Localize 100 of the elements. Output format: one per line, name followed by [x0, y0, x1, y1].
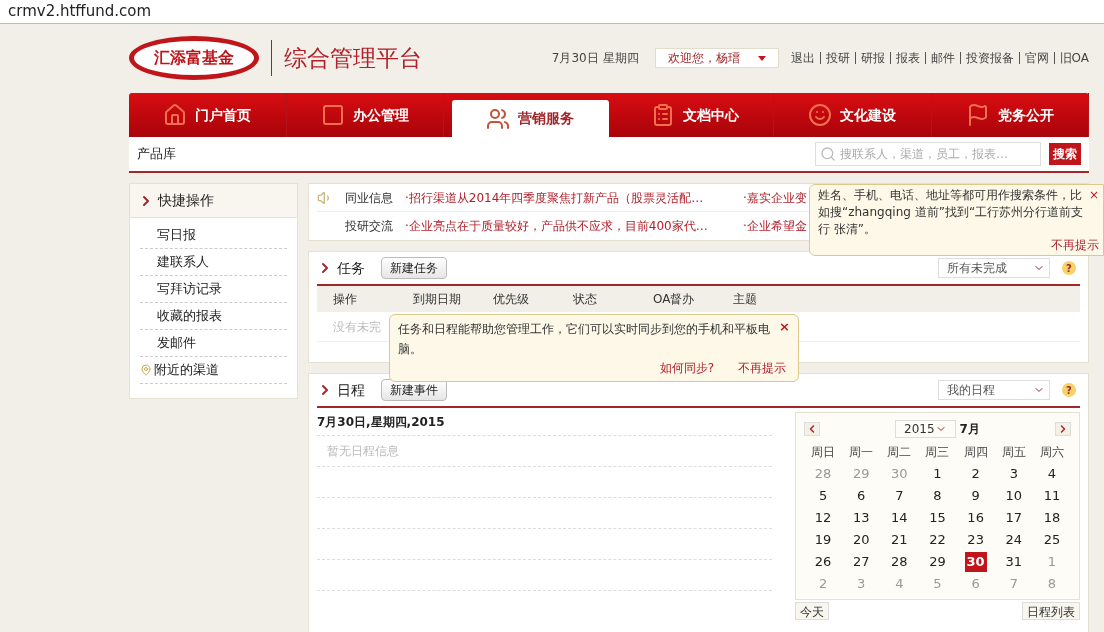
- news-category: 同业信息: [345, 189, 394, 207]
- news-link[interactable]: ·嘉实企业变: [743, 188, 807, 207]
- header-link[interactable]: 投资报备: [965, 49, 1014, 67]
- header-link[interactable]: 退出: [790, 49, 815, 67]
- calendar-day[interactable]: 4: [1047, 464, 1057, 484]
- people-icon: [486, 106, 511, 131]
- calendar-day[interactable]: 11: [1043, 486, 1061, 506]
- calendar-day[interactable]: 24: [1005, 530, 1023, 550]
- today-button[interactable]: 今天: [795, 602, 829, 620]
- header-link[interactable]: 邮件: [930, 49, 955, 67]
- how-link[interactable]: 如何同步?: [659, 359, 714, 377]
- calendar-day[interactable]: 26: [814, 552, 832, 572]
- header-link[interactable]: 研报: [860, 49, 885, 67]
- sidebar-link[interactable]: 发邮件: [157, 333, 196, 353]
- filter-select[interactable]: 所有未完成: [938, 258, 1050, 278]
- calendar-day[interactable]: 28: [891, 552, 908, 572]
- sidebar-link[interactable]: 写拜访记录: [157, 279, 222, 299]
- calendar-day[interactable]: 7: [895, 486, 904, 506]
- weekday-label: 周四: [962, 444, 989, 461]
- close-button[interactable]: ×: [779, 319, 790, 335]
- dismiss-link[interactable]: 不再提示: [1051, 238, 1099, 253]
- calendar-day[interactable]: 12: [814, 508, 832, 528]
- calendar-day[interactable]: 14: [891, 508, 908, 528]
- weekday-label: 周三: [924, 444, 951, 461]
- new-button[interactable]: 新建任务: [381, 257, 447, 279]
- user-menu[interactable]: 欢迎您，杨瑨: [654, 48, 779, 68]
- smiley-icon: [808, 103, 833, 127]
- url-text: crmv2.htffund.com: [8, 1, 151, 23]
- address-bar[interactable]: crmv2.htffund.com: [0, 0, 1104, 24]
- column-header: 状态: [572, 291, 598, 308]
- help-icon[interactable]: ?: [1062, 261, 1076, 275]
- calendar-day[interactable]: 23: [967, 530, 984, 550]
- header-link[interactable]: 官网: [1024, 49, 1049, 67]
- sidebar-link[interactable]: 收藏的报表: [157, 306, 222, 326]
- header-link[interactable]: 报表: [895, 49, 920, 67]
- calendar-day[interactable]: 27: [852, 552, 870, 572]
- calendar-day[interactable]: 30: [964, 552, 987, 572]
- calendar-day[interactable]: 31: [1005, 552, 1023, 572]
- calendar-day[interactable]: 29: [929, 552, 946, 572]
- sidebar-link[interactable]: 附近的渠道: [154, 360, 219, 380]
- news-link[interactable]: ·招行渠道从2014年四季度聚焦打新产品（股票灵活配…: [405, 188, 743, 207]
- calendar-day[interactable]: 2: [971, 464, 980, 484]
- calendar-day[interactable]: 5: [818, 486, 828, 506]
- square-icon: [320, 103, 345, 127]
- calendar-day[interactable]: 19: [814, 530, 832, 550]
- sidebar-link[interactable]: 建联系人: [157, 252, 209, 272]
- date-heading: 7月30日,星期四,2015: [317, 408, 772, 436]
- calendar-day[interactable]: 22: [929, 530, 946, 550]
- news-link[interactable]: ·企业亮点在于质量较好，产品供不应求，目前400家代…: [405, 217, 743, 235]
- nav-tab[interactable]: 营销服务: [452, 100, 609, 137]
- date-text: 7月30日 星期四: [551, 50, 639, 67]
- calendar-day[interactable]: 9: [971, 486, 980, 506]
- platform-title: 综合管理平台: [284, 43, 422, 73]
- empty-text: 暂无日程信息: [326, 443, 399, 460]
- filter-select[interactable]: 我的日程: [938, 380, 1050, 400]
- column-header: 操作: [332, 291, 358, 308]
- section-title: 日程: [337, 380, 365, 400]
- calendar-day[interactable]: 13: [852, 508, 870, 528]
- calendar-day[interactable]: 10: [1005, 486, 1023, 506]
- close-button[interactable]: ×: [1088, 187, 1099, 203]
- breadcrumb-text: 产品库: [137, 145, 176, 164]
- calendar-day[interactable]: 25: [1043, 530, 1061, 550]
- search-button[interactable]: 搜索: [1049, 143, 1081, 165]
- news-link[interactable]: ·企业希望金: [743, 217, 807, 235]
- column-header: 优先级: [492, 291, 530, 308]
- search-field[interactable]: 搜联系人，渠道，员工，报表…: [815, 142, 1041, 166]
- sidebar-title: 快捷操作: [158, 191, 214, 210]
- calendar-day[interactable]: 21: [891, 530, 908, 550]
- column-header: 主题: [732, 291, 758, 308]
- column-header: 到期日期: [412, 291, 462, 308]
- calendar-day[interactable]: 17: [1005, 508, 1023, 528]
- tip-text: 任务和日程能帮助您管理工作，它们可以实时同步到您的手机和平板电脑。: [398, 321, 771, 358]
- help-icon[interactable]: ?: [1062, 383, 1076, 397]
- header-link[interactable]: 旧OA: [1059, 49, 1089, 67]
- column-header: OA督办: [652, 291, 696, 308]
- sidebar-link[interactable]: 写日报: [157, 225, 196, 245]
- dismiss-link[interactable]: 不再提示: [738, 359, 786, 377]
- next-month-button[interactable]: [1055, 422, 1071, 436]
- logo: 汇添富基金: [129, 36, 259, 80]
- calendar-day[interactable]: 8: [933, 486, 942, 506]
- weekday-label: 周日: [810, 444, 837, 461]
- calendar-day[interactable]: 18: [1043, 508, 1061, 528]
- calendar-day[interactable]: 6: [857, 486, 866, 506]
- year-select[interactable]: 2015: [895, 420, 956, 438]
- calendar-day[interactable]: 3: [1009, 464, 1018, 484]
- news-category: 投研交流: [345, 218, 394, 235]
- weekday-label: 周五: [1000, 444, 1027, 461]
- search-icon: [820, 146, 836, 162]
- header-link[interactable]: 投研: [825, 49, 850, 67]
- weekday-label: 周二: [886, 444, 913, 461]
- calendar-day[interactable]: 1: [933, 464, 942, 484]
- calendar-day[interactable]: 20: [852, 530, 870, 550]
- calendar-day[interactable]: 16: [967, 508, 984, 528]
- list-button[interactable]: 日程列表: [1022, 602, 1080, 620]
- caret-icon: [757, 55, 766, 61]
- calendar-day[interactable]: 15: [929, 508, 946, 528]
- weekday-label: 周一: [848, 444, 875, 461]
- house-icon: [163, 103, 188, 127]
- previous-month-button[interactable]: [804, 422, 820, 436]
- tip-text: 姓名、手机、电话、地址等都可用作搜索条件，比如搜“zhangqing 道前”找到“工行苏州分行道前支行 张清”。: [818, 187, 1085, 238]
